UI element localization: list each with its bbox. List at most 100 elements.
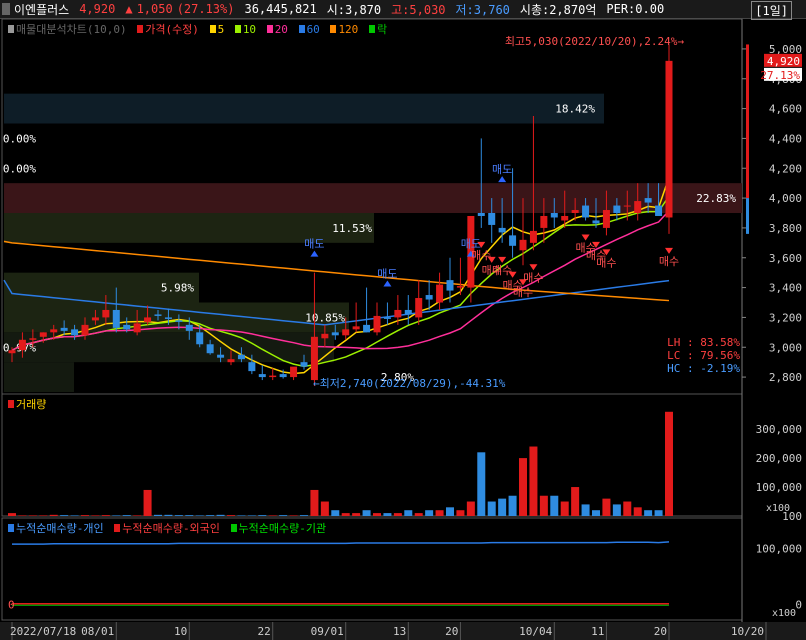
candle-body[interactable] [112,309,120,328]
candle-body[interactable] [321,333,329,339]
candle-body[interactable] [665,60,673,218]
volume-bar[interactable] [143,489,152,516]
volume-bar[interactable] [414,513,423,516]
volume-bar[interactable] [279,515,288,516]
candle-body[interactable] [498,227,506,233]
candle-body[interactable] [561,215,569,221]
candle-body[interactable] [529,230,537,243]
volume-bar[interactable] [519,458,527,516]
candle-body[interactable] [383,317,391,319]
candle-body[interactable] [477,213,485,216]
volume-bar[interactable] [70,515,79,516]
volume-bar[interactable] [28,515,37,516]
candle-body[interactable] [248,362,256,372]
volume-bar[interactable] [352,513,361,516]
volume-bar[interactable] [508,495,517,516]
volume-bar[interactable] [435,510,444,516]
candle-body[interactable] [623,205,631,207]
candle-body[interactable] [91,317,99,321]
candle-body[interactable] [404,309,412,315]
candle-body[interactable] [550,213,558,218]
candle-body[interactable] [81,324,89,336]
candle-body[interactable] [279,374,287,378]
candle-body[interactable] [342,329,350,336]
legend-flow-individual[interactable]: 누적순매수량-개인 [16,522,104,535]
volume-bar[interactable] [8,513,16,516]
stock-chart[interactable]: 18.42%0.00%0.00%11.53%22.83%5.98%10.85%0… [0,0,806,640]
candle-body[interactable] [164,317,172,319]
volume-bar[interactable] [487,501,496,516]
volume-bar[interactable] [425,510,434,516]
candle-body[interactable] [102,309,110,318]
volume-bar[interactable] [633,507,642,516]
volume-bar[interactable] [258,515,267,516]
candle-body[interactable] [373,315,381,333]
candle-body[interactable] [237,354,245,360]
volume-bar[interactable] [456,510,465,516]
volume-bar[interactable] [185,515,194,516]
candle-body[interactable] [206,344,214,354]
candle-body[interactable] [123,324,131,330]
candle-body[interactable] [175,320,183,322]
candle-body[interactable] [144,317,152,322]
candle-body[interactable] [8,350,16,354]
candle-body[interactable] [436,284,444,303]
candle-body[interactable] [519,239,527,251]
volume-bar[interactable] [247,515,256,516]
volume-bar[interactable] [91,515,100,516]
candle-body[interactable] [488,213,496,225]
volume-bar[interactable] [529,446,538,516]
volume-bar[interactable] [602,498,611,516]
volume-bar[interactable] [654,510,663,516]
legend-ma60[interactable]: 60 [307,23,320,36]
volume-bar[interactable] [268,515,277,516]
volume-bar[interactable] [174,515,183,516]
candle-body[interactable] [217,354,225,358]
candle-body[interactable] [258,374,266,378]
volume-bar[interactable] [341,513,350,516]
volume-bar[interactable] [206,515,215,516]
volume-bar[interactable] [112,515,121,516]
candle-body[interactable] [269,375,277,378]
volume-bar[interactable] [498,498,507,516]
volume-bar[interactable] [39,515,48,516]
volume-bar[interactable] [289,515,298,516]
legend-flow-institution[interactable]: 누적순매수량-기관 [239,522,327,535]
candle-body[interactable] [50,329,58,333]
legend-ma120[interactable]: 120 [338,23,358,36]
volume-bar[interactable] [592,510,600,516]
volume-bar[interactable] [195,515,204,516]
candle-body[interactable] [310,336,318,381]
candle-body[interactable] [655,205,663,216]
volume-bar[interactable] [477,452,486,516]
candle-body[interactable] [29,338,37,340]
candle-body[interactable] [634,201,642,213]
candle-body[interactable] [540,215,548,228]
volume-bar[interactable] [122,515,131,516]
volume-bar[interactable] [466,501,475,516]
volume-bar[interactable] [164,514,173,516]
volume-bar[interactable] [237,515,246,516]
volume-bar[interactable] [550,495,559,516]
candle-body[interactable] [331,332,339,336]
legend-lock[interactable]: 락 [377,23,387,36]
volume-bar[interactable] [154,514,162,516]
volume-bar[interactable] [581,504,590,516]
candle-body[interactable] [185,324,193,331]
candle-body[interactable] [394,309,402,318]
candle-body[interactable] [154,314,162,316]
candle-body[interactable] [227,359,235,363]
volume-bar[interactable] [393,513,402,516]
volume-bar[interactable] [539,495,548,516]
volume-bar[interactable] [49,514,58,516]
candle-body[interactable] [352,326,360,330]
volume-bar[interactable] [571,487,580,516]
legend-ma10[interactable]: 10 [243,23,256,36]
legend-ma20[interactable]: 20 [275,23,288,36]
candle-body[interactable] [196,332,204,345]
volume-bar[interactable] [446,507,454,516]
volume-bar[interactable] [665,411,673,516]
candle-body[interactable] [133,323,141,333]
legend-volume[interactable]: 거래량 [16,398,46,411]
candle-body[interactable] [300,362,308,367]
